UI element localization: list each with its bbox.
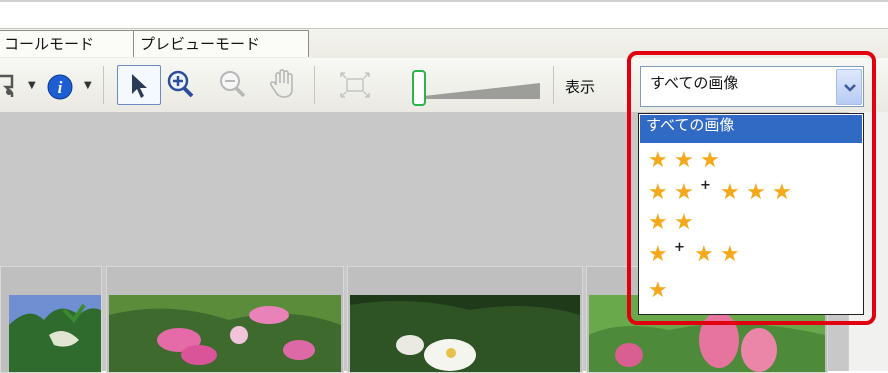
flower-photo (350, 295, 580, 372)
send-dropdown-icon[interactable]: ▼ (28, 80, 36, 91)
info-dropdown-icon[interactable]: ▼ (84, 80, 92, 91)
top-border (0, 0, 888, 2)
hand-icon[interactable] (268, 67, 298, 105)
fit-icon[interactable] (338, 70, 372, 104)
zoom-slider-knob[interactable] (412, 70, 426, 106)
thumbnail-tile[interactable] (0, 266, 102, 373)
flower-photo (109, 295, 341, 372)
thumbnail-tile[interactable] (347, 266, 583, 373)
tab-scroll-mode[interactable]: コールモード (0, 30, 135, 57)
info-icon[interactable]: i (46, 73, 74, 105)
zoom-in-icon[interactable] (166, 69, 196, 105)
show-label: 表示 (565, 78, 596, 96)
toolbar-separator (103, 66, 104, 104)
window-top (0, 0, 888, 28)
toolbar-separator (553, 66, 554, 104)
toolbar-separator (314, 66, 315, 104)
thumbnail-tile[interactable] (106, 266, 344, 373)
svg-text:i: i (58, 78, 63, 97)
tab-preview-mode[interactable]: プレビューモード (133, 30, 309, 57)
send-icon[interactable] (0, 71, 22, 105)
highlight-frame (627, 51, 876, 325)
flower-photo (9, 295, 101, 372)
zoom-out-icon[interactable] (218, 69, 248, 105)
pointer-icon (127, 72, 151, 104)
